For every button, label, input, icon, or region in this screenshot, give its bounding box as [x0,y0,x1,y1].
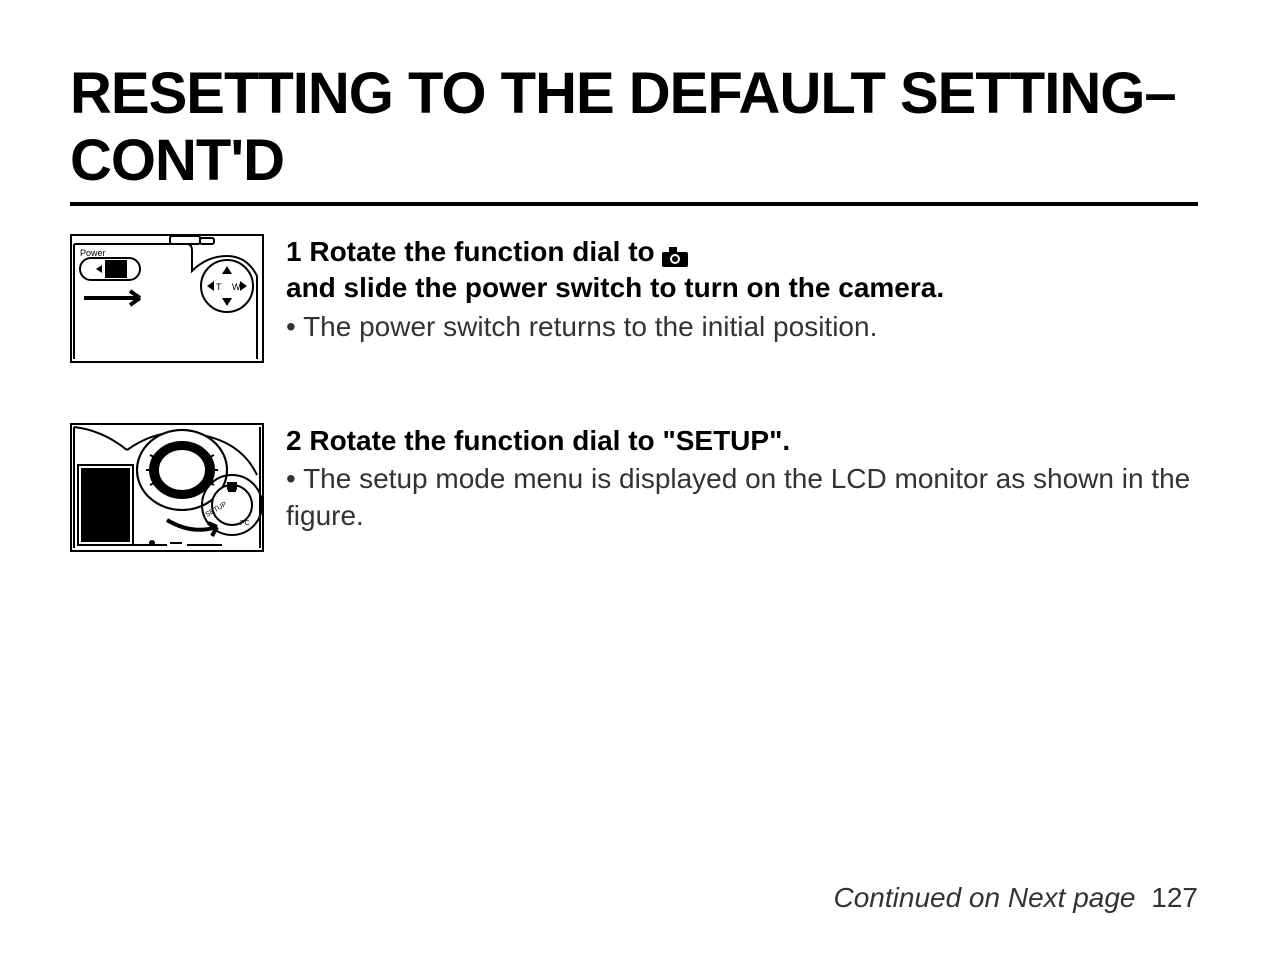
step-1-text: 1 Rotate the function dial to and slide … [286,234,1198,345]
step-2-text: 2 Rotate the function dial to "SETUP". •… [286,423,1198,534]
step-1-heading: 1 Rotate the function dial to and slide … [286,234,1198,307]
page-title: RESETTING TO THE DEFAULT SETTING– CONT'D [70,60,1198,194]
svg-text:Power: Power [80,248,106,258]
page-footer: Continued on Next page 127 [834,882,1199,914]
step-2-heading: 2 Rotate the function dial to "SETUP". [286,425,790,456]
figure-function-dial: SETUP PC [70,423,264,552]
step-1-heading-pre: 1 Rotate the function dial to [286,234,655,270]
manual-page: RESETTING TO THE DEFAULT SETTING– CONT'D… [0,0,1268,642]
camera-icon [661,241,689,263]
title-underline [70,202,1198,206]
page-number: 127 [1151,882,1198,913]
step-1-heading-post: and slide the power switch to turn on th… [286,270,944,306]
svg-text:T: T [216,282,222,292]
step-1: Power T W [70,234,1198,363]
step-2-bullet: • The setup mode menu is displayed on th… [286,461,1198,534]
svg-text:W: W [232,282,241,292]
svg-text:PC: PC [240,520,250,527]
step-1-bullet: • The power switch returns to the initia… [286,309,1198,345]
function-dial-illustration: SETUP PC [72,425,262,550]
figure-camera-power: Power T W [70,234,264,363]
camera-top-illustration: Power T W [72,236,262,361]
step-2: SETUP PC 2 Rotate the function dial to "… [70,423,1198,552]
continued-text: Continued on Next page [834,882,1136,913]
